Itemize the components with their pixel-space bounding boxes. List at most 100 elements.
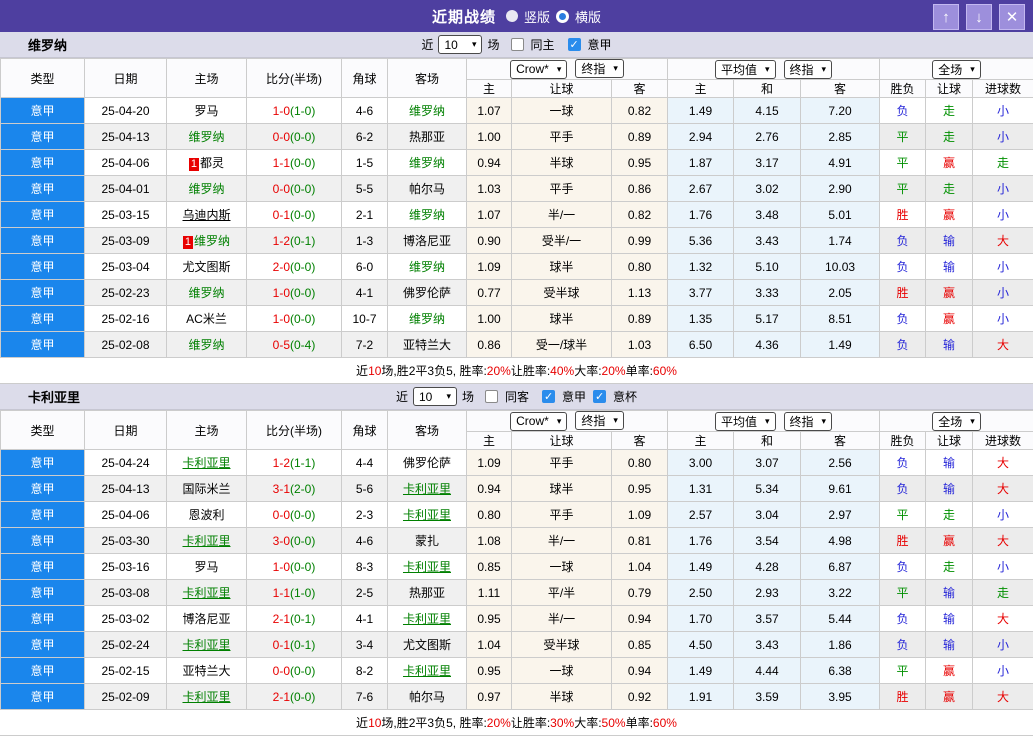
match-row: 意甲25-04-06恩波利0-0(0-0)2-3卡利亚里0.80平手1.092.… [1,502,1033,528]
odds-cell: 2.94 [668,124,734,150]
odds-cell: 3.48 [734,202,801,228]
final-odds-select[interactable]: 终指▾ [575,411,624,430]
coppa-italia-checkbox[interactable] [593,390,606,403]
halftime-score: (0-1) [290,234,315,248]
horizontal-layout-label: 横版 [575,7,601,26]
odds-cell: 0.94 [467,476,512,502]
match-row: 意甲25-04-20罗马1-0(1-0)4-6维罗纳1.07一球0.821.49… [1,98,1033,124]
corner-cell: 3-4 [342,632,388,658]
league-type-cell: 意甲 [1,124,85,150]
odds-cell: 5.01 [801,202,880,228]
result-outcome-cell: 负 [880,554,926,580]
fulltime-score: 0-0 [273,130,290,144]
match-date-cell: 25-02-15 [85,658,167,684]
halftime-score: (1-0) [290,104,315,118]
chevron-down-icon: ▾ [970,65,975,74]
match-date-cell: 25-04-01 [85,176,167,202]
average-select[interactable]: 平均值▾ [715,412,776,431]
match-count-select[interactable]: 10 ▾ [438,35,482,54]
odds-cell: 6.50 [668,332,734,358]
column-header: 角球 [342,59,388,98]
corner-cell: 2-1 [342,202,388,228]
vertical-layout-radio[interactable] [506,10,518,22]
away-team-link[interactable]: 卡利亚里 [403,664,451,678]
home-team-link[interactable]: 卡利亚里 [182,638,230,652]
home-team-link: 尤文图斯 [182,260,230,274]
league-type-cell: 意甲 [1,502,85,528]
final-odds-select[interactable]: 终指▾ [575,59,624,78]
close-button[interactable]: ✕ [999,4,1025,30]
horizontal-layout-radio[interactable] [556,10,569,23]
home-team-link[interactable]: 卡利亚里 [182,534,230,548]
away-team-link[interactable]: 卡利亚里 [403,560,451,574]
match-date-cell: 25-03-16 [85,554,167,580]
odds-cell: 平手 [512,176,612,202]
result-outcome-cell: 负 [880,98,926,124]
summary-segment: 20% [487,364,511,378]
odds-cell: 平手 [512,124,612,150]
odds-cell: 1.87 [668,150,734,176]
same-home-checkbox[interactable] [511,38,524,51]
page-title: 近期战绩 [432,6,496,27]
result-goals-cell: 大 [973,450,1033,476]
average-select[interactable]: 平均值▾ [715,60,776,79]
odds-cell: 0.85 [467,554,512,580]
result-outcome-cell: 平 [880,502,926,528]
home-team-cell: 尤文图斯 [167,254,247,280]
odds-cell: 3.33 [734,280,801,306]
match-count-select[interactable]: 10 ▾ [413,387,457,406]
bookmaker-select[interactable]: Crow*▾ [510,60,567,79]
result-goals-cell: 大 [973,528,1033,554]
result-goals-cell: 小 [973,632,1033,658]
serie-a-checkbox[interactable] [542,390,555,403]
away-team-cell: 佛罗伦萨 [388,280,467,306]
score-cell: 0-0(0-0) [247,502,342,528]
scope-select-value: 全场 [938,61,962,78]
unit-label: 场 [462,388,474,405]
summary-segment: 单率: [626,362,653,379]
result-handicap-cell: 输 [926,580,973,606]
score-cell: 1-1(0-0) [247,150,342,176]
home-team-link[interactable]: 卡利亚里 [182,690,230,704]
bookmaker-select[interactable]: Crow*▾ [510,412,567,431]
away-team-link: 蒙扎 [415,534,439,548]
match-row: 意甲25-04-01维罗纳0-0(0-0)5-5帕尔马1.03平手0.862.6… [1,176,1033,202]
chevron-down-icon: ▾ [822,417,827,426]
result-handicap-cell: 输 [926,476,973,502]
same-away-checkbox[interactable] [485,390,498,403]
home-team-link[interactable]: 卡利亚里 [182,586,230,600]
summary-segment: 20% [487,716,511,730]
odds-cell: 一球 [512,658,612,684]
home-team-link[interactable]: 乌迪内斯 [182,208,230,222]
home-team-link[interactable]: 卡利亚里 [182,456,230,470]
scope-select[interactable]: 全场▾ [932,412,981,431]
away-team-link[interactable]: 卡利亚里 [403,482,451,496]
move-down-button[interactable]: ↓ [966,4,992,30]
odds-cell: 2.85 [801,124,880,150]
odds-cell: 一球 [512,98,612,124]
home-team-link: 维罗纳 [194,234,230,248]
match-date-cell: 25-04-06 [85,502,167,528]
odds-group-header: 平均值▾ 终指▾ [668,59,880,80]
corner-cell: 8-2 [342,658,388,684]
odds-cell: 5.44 [801,606,880,632]
away-team-cell: 卡利亚里 [388,502,467,528]
final-odds-select[interactable]: 终指▾ [784,412,833,431]
odds-cell: 0.99 [612,228,668,254]
away-team-link: 佛罗伦萨 [403,286,451,300]
away-team-link[interactable]: 卡利亚里 [403,612,451,626]
score-cell: 1-0(0-0) [247,280,342,306]
scope-select[interactable]: 全场 ▾ [932,60,981,79]
summary-segment: 让胜率: [511,362,550,379]
final-odds-select[interactable]: 终指▾ [784,60,833,79]
move-up-button[interactable]: ↑ [933,4,959,30]
odds-cell: 2.50 [668,580,734,606]
odds-cell: 0.81 [612,528,668,554]
column-header: 主场 [167,411,247,450]
result-handicap-cell: 赢 [926,658,973,684]
match-row: 意甲25-02-16AC米兰1-0(0-0)10-7维罗纳1.00球半0.891… [1,306,1033,332]
serie-a-checkbox[interactable] [568,38,581,51]
odds-cell: 0.82 [612,202,668,228]
away-team-link[interactable]: 卡利亚里 [403,508,451,522]
halftime-score: (0-0) [290,260,315,274]
